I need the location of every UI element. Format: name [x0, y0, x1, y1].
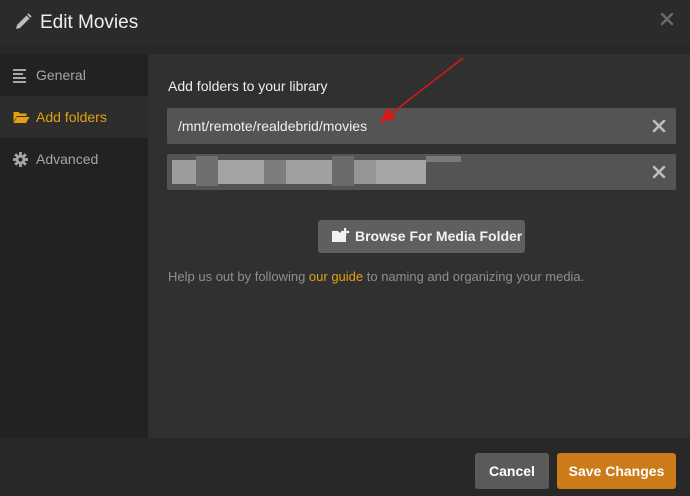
remove-folder-icon[interactable]	[652, 165, 666, 179]
section-label: Add folders to your library	[168, 78, 328, 94]
browse-button-label: Browse For Media Folder	[355, 228, 523, 244]
edit-library-modal: Edit Movies General Add folders Advanced…	[0, 0, 690, 496]
gear-icon	[13, 152, 28, 167]
folder-plus-icon	[332, 228, 350, 242]
modal-title: Edit Movies	[40, 12, 139, 33]
help-text: Help us out by following our guide to na…	[168, 269, 584, 285]
save-changes-button[interactable]: Save Changes	[557, 453, 676, 489]
sidebar-item-label: Advanced	[36, 151, 99, 167]
modal-footer: Cancel Save Changes	[0, 438, 690, 496]
close-icon[interactable]	[659, 11, 675, 27]
sidebar-item-add-folders[interactable]: Add folders	[0, 96, 148, 138]
main-panel: Add folders to your library /mnt/remote/…	[148, 54, 690, 438]
browse-media-folder-button[interactable]: Browse For Media Folder	[318, 220, 525, 253]
pencil-icon	[16, 13, 32, 29]
sidebar-item-label: General	[36, 67, 86, 83]
help-text-prefix: Help us out by following	[168, 269, 309, 284]
remove-folder-icon[interactable]	[652, 119, 666, 133]
sidebar-item-general[interactable]: General	[0, 54, 148, 96]
modal-header: Edit Movies	[0, 0, 690, 46]
sidebar-item-label: Add folders	[36, 109, 107, 125]
list-icon	[13, 69, 26, 83]
help-text-suffix: to naming and organizing your media.	[363, 269, 585, 284]
sidebar-item-advanced[interactable]: Advanced	[0, 138, 148, 180]
folder-row	[167, 108, 676, 144]
guide-link[interactable]: our guide	[309, 269, 363, 284]
folder-row	[167, 154, 676, 190]
folder-path-input[interactable]	[167, 108, 637, 144]
sidebar: General Add folders Advanced	[0, 54, 148, 438]
cancel-button[interactable]: Cancel	[475, 453, 549, 489]
folder-open-icon	[13, 112, 30, 123]
